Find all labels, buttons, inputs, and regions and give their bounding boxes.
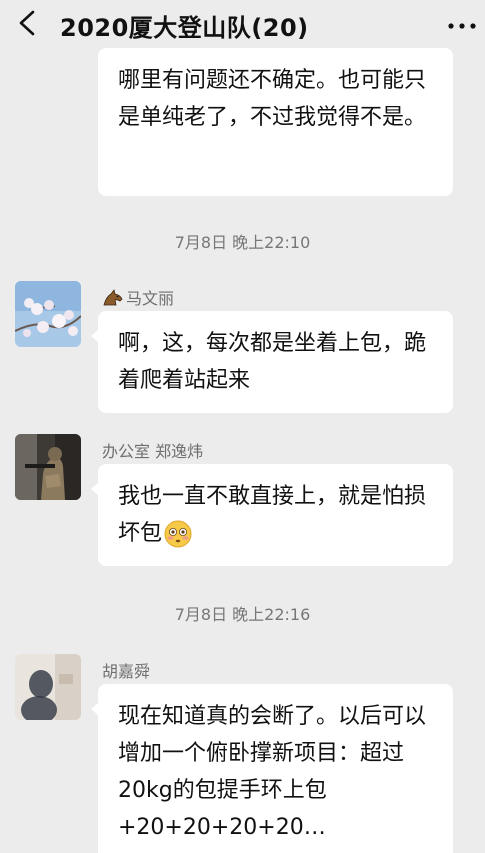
horse-icon [103,289,123,306]
message-bubble[interactable]: 哪里有问题还不确定。也可能只是单纯老了，不过我觉得不是。 [98,48,453,196]
timestamp: 7月8日 晚上22:16 [174,605,311,624]
bubble-arrow [91,482,99,496]
soldier-avatar-image [15,434,81,500]
avatar[interactable] [15,281,81,347]
blurred-person-avatar-image [15,654,81,720]
message-bubble[interactable]: 现在知道真的会断了。以后可以增加一个俯卧撑新项目：超过20kg的包提手环上包 +… [91,684,453,853]
message-text: 现在知道真的会断了。以后可以增加一个俯卧撑新项目：超过20kg的包提手环上包 +… [118,704,427,840]
bubble-arrow [91,329,99,343]
flushed-face-icon [164,520,192,548]
more-dots-icon[interactable] [445,10,479,36]
sender-name: 马文丽 [126,289,175,308]
timestamp: 7月8日 晚上22:10 [174,233,311,252]
avatar[interactable] [15,434,81,500]
chevron-left-icon[interactable] [16,10,38,36]
message-text: 啊，这，每次都是坐着上包，跪着爬着站起来 [118,331,427,393]
blossom-avatar-image [15,281,81,347]
sender-name-row: 马文丽 [102,285,174,309]
message-text: 哪里有问题还不确定。也可能只是单纯老了，不过我觉得不是。 [118,68,427,130]
chat-header: 2020厦大登山队(20) [0,0,485,46]
avatar[interactable] [15,654,81,720]
sender-name: 胡嘉舜 [102,662,151,681]
chat-title: 2020厦大登山队(20) [60,14,309,42]
bubble-arrow [91,702,99,716]
sender-name: 办公室 郑逸炜 [102,442,204,461]
message-bubble[interactable]: 啊，这，每次都是坐着上包，跪着爬着站起来 [91,311,453,413]
message-bubble[interactable]: 我也一直不敢直接上，就是怕损坏包 [91,464,453,566]
